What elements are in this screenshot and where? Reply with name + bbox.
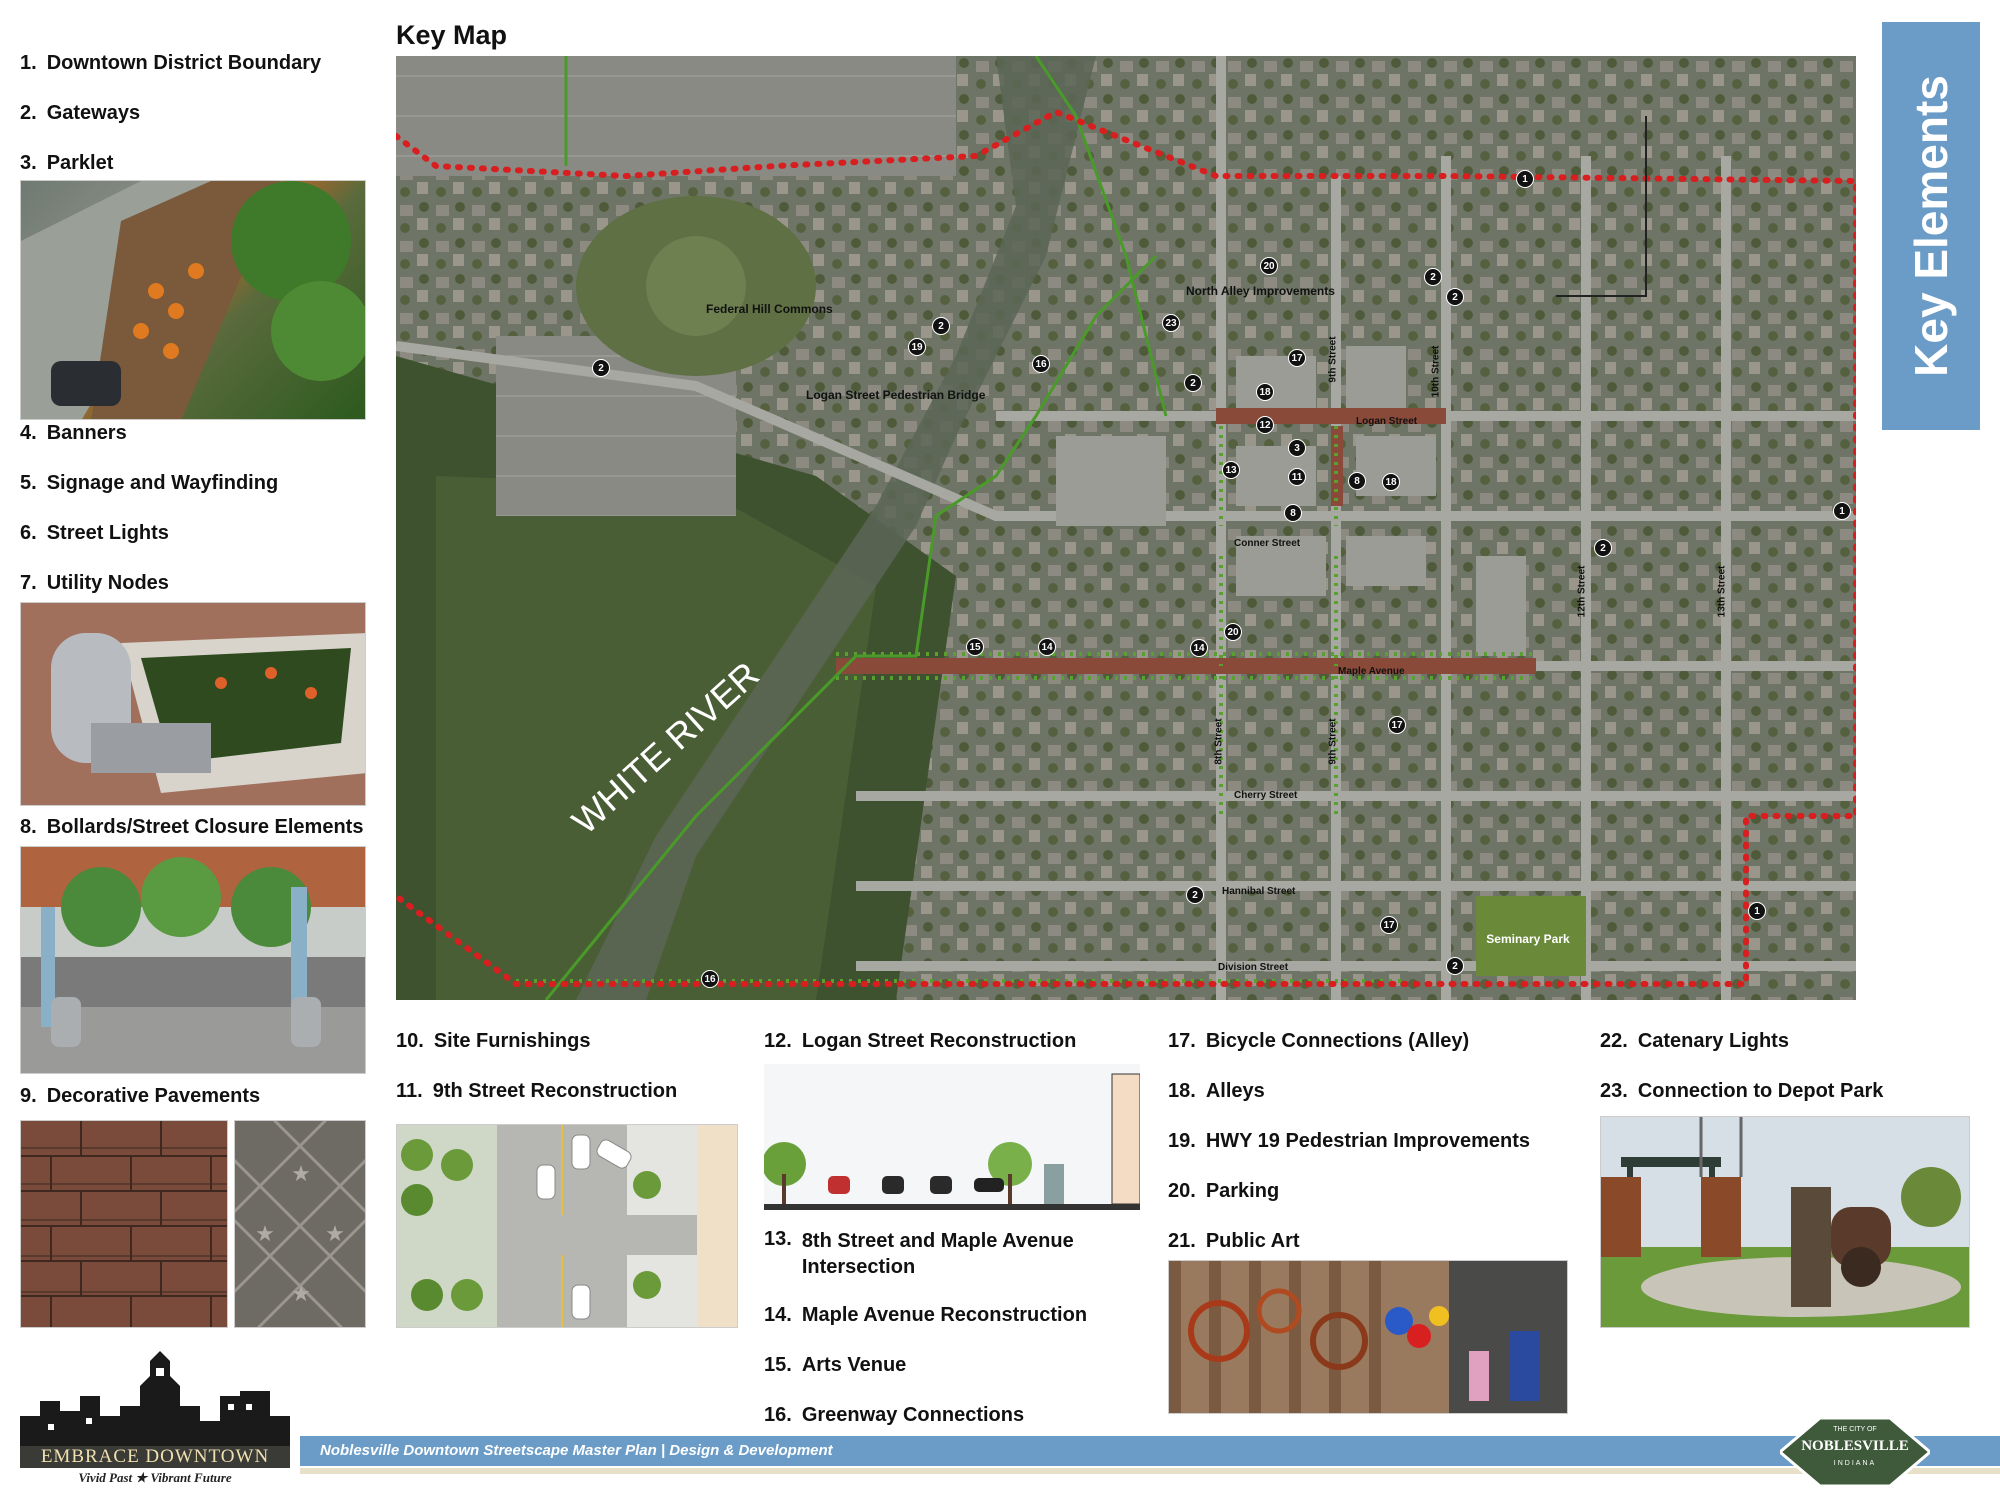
map-marker[interactable]: 1: [1516, 170, 1534, 188]
stamped-pavement-photo: ★ ★ ★ ★: [234, 1120, 366, 1328]
map-canvas: WHITE RIVER: [396, 56, 1856, 1000]
twelfth-street-label: 12th Street: [1576, 565, 1588, 618]
map-title: Key Map: [396, 20, 508, 50]
element-23: 23. Connection to Depot Park: [1600, 1080, 1884, 1102]
element-13: 13. 8th Street and Maple Avenue Intersect…: [764, 1228, 1074, 1278]
element-4: 4. Banners: [20, 422, 127, 444]
badge-top-text: THE CITY OF: [1833, 1426, 1877, 1433]
ninth-street-south-label: 9th Street: [1327, 718, 1339, 765]
hannibal-street-label: Hannibal Street: [1222, 886, 1296, 897]
map-marker[interactable]: 15: [966, 638, 984, 656]
element-3: 3. Parklet: [20, 152, 114, 174]
ninth-street-label: 9th Street: [1327, 336, 1339, 383]
thirteenth-street-label: 13th Street: [1716, 565, 1728, 618]
cherry-street-label: Cherry Street: [1234, 790, 1298, 801]
eighth-street-label: 8th Street: [1213, 718, 1225, 765]
logan-street-label: Logan Street: [1356, 416, 1418, 427]
map-marker[interactable]: 17: [1388, 716, 1406, 734]
element-15: 15. Arts Venue: [764, 1354, 907, 1376]
map-marker[interactable]: 20: [1260, 257, 1278, 275]
element-6: 6. Street Lights: [20, 522, 169, 544]
logo-title: EMBRACE DOWNTOWN: [20, 1446, 290, 1468]
map-marker[interactable]: 14: [1190, 639, 1208, 657]
map-marker[interactable]: 2: [1446, 288, 1464, 306]
map-marker[interactable]: 2: [1184, 374, 1202, 392]
logo-tagline: Vivid Past ★ Vibrant Future: [78, 1470, 232, 1485]
depot-park-photo: [1600, 1116, 1970, 1328]
bridge-label: Logan Street Pedestrian Bridge: [806, 388, 986, 402]
utility-node-photo: [20, 602, 366, 806]
svg-text:★: ★: [291, 1161, 311, 1186]
bollards-photo: [20, 846, 366, 1074]
ninth-street-plan-graphic: [396, 1124, 738, 1328]
map-marker[interactable]: 20: [1224, 623, 1242, 641]
svg-text:★: ★: [291, 1281, 311, 1306]
map-marker[interactable]: 2: [932, 317, 950, 335]
division-street-label: Division Street: [1218, 962, 1289, 973]
element-16: 16. Greenway Connections: [764, 1404, 1025, 1426]
logan-street-section-graphic: [764, 1064, 1140, 1210]
brick-pavement-photo: [20, 1120, 228, 1328]
element-21: 21. Public Art: [1168, 1230, 1300, 1252]
element-8: 8. Bollards/Street Closure Elements: [20, 816, 364, 838]
noblesville-city-badge: THE CITY OF NOBLESVILLE INDIANA: [1780, 1418, 1930, 1486]
north-alley-label: North Alley Improvements: [1186, 284, 1335, 298]
seminary-park-label: Seminary Park: [1486, 932, 1570, 946]
embrace-downtown-logo: EMBRACE DOWNTOWN Vivid Past ★ Vibrant Fu…: [20, 1346, 290, 1488]
map-marker[interactable]: 1: [1748, 902, 1766, 920]
map-marker[interactable]: 17: [1380, 916, 1398, 934]
map-marker[interactable]: 2: [1446, 957, 1464, 975]
map-marker[interactable]: 2: [1424, 268, 1442, 286]
element-1: 1. Downtown District Boundary: [20, 52, 322, 74]
element-14: 14. Maple Avenue Reconstruction: [764, 1304, 1088, 1326]
conner-street-label: Conner Street: [1234, 538, 1301, 549]
map-marker[interactable]: 16: [1032, 355, 1050, 373]
map-marker[interactable]: 12: [1256, 416, 1274, 434]
element-9: 9. Decorative Pavements: [20, 1085, 261, 1107]
map-marker[interactable]: 13: [1222, 461, 1240, 479]
map-marker[interactable]: 23: [1162, 314, 1180, 332]
map-marker[interactable]: 14: [1038, 638, 1056, 656]
svg-text:★: ★: [325, 1221, 345, 1246]
map-marker[interactable]: 2: [1594, 539, 1612, 557]
map-marker[interactable]: 18: [1256, 383, 1274, 401]
public-art-photo: [1168, 1260, 1568, 1414]
badge-state: INDIANA: [1833, 1460, 1877, 1467]
map-marker[interactable]: 8: [1284, 504, 1302, 522]
element-7: 7. Utility Nodes: [20, 572, 169, 594]
key-map[interactable]: WHITE RIVER Federal Hill Commons Logan S…: [396, 56, 1856, 1000]
map-marker[interactable]: 2: [1186, 886, 1204, 904]
map-marker[interactable]: 8: [1348, 472, 1366, 490]
map-marker[interactable]: 19: [908, 338, 926, 356]
element-19: 19. HWY 19 Pedestrian Improvements: [1168, 1130, 1531, 1152]
element-12: 12. Logan Street Reconstruction: [764, 1030, 1077, 1052]
element-5: 5. Signage and Wayfinding: [20, 472, 279, 494]
svg-text:★: ★: [255, 1221, 275, 1246]
element-18: 18. Alleys: [1168, 1080, 1265, 1102]
footer-accent-line: [300, 1468, 2000, 1474]
badge-city-name: NOBLESVILLE: [1801, 1438, 1909, 1454]
key-elements-sidebar: Key Elements: [1882, 22, 1980, 430]
map-marker[interactable]: 1: [1833, 502, 1851, 520]
federal-hill-label: Federal Hill Commons: [706, 302, 833, 316]
map-marker[interactable]: 11: [1288, 468, 1306, 486]
map-marker[interactable]: 3: [1288, 439, 1306, 457]
map-marker[interactable]: 2: [592, 359, 610, 377]
element-20: 20. Parking: [1168, 1180, 1280, 1202]
map-marker[interactable]: 17: [1288, 349, 1306, 367]
element-17: 17. Bicycle Connections (Alley): [1168, 1030, 1470, 1052]
map-marker[interactable]: 16: [701, 970, 719, 988]
element-22: 22. Catenary Lights: [1600, 1030, 1789, 1052]
element-11: 11. 9th Street Reconstruction: [396, 1080, 678, 1102]
element-10: 10. Site Furnishings: [396, 1030, 591, 1052]
element-2: 2. Gateways: [20, 102, 141, 124]
maple-avenue-label: Maple Avenue: [1338, 666, 1405, 677]
footer-banner: Noblesville Downtown Streetscape Master …: [300, 1436, 2000, 1466]
map-marker[interactable]: 18: [1382, 473, 1400, 491]
tenth-street-label: 10th Street: [1430, 345, 1442, 398]
maple-avenue-reconstruction: [836, 658, 1336, 674]
parklet-photo: [20, 180, 366, 420]
